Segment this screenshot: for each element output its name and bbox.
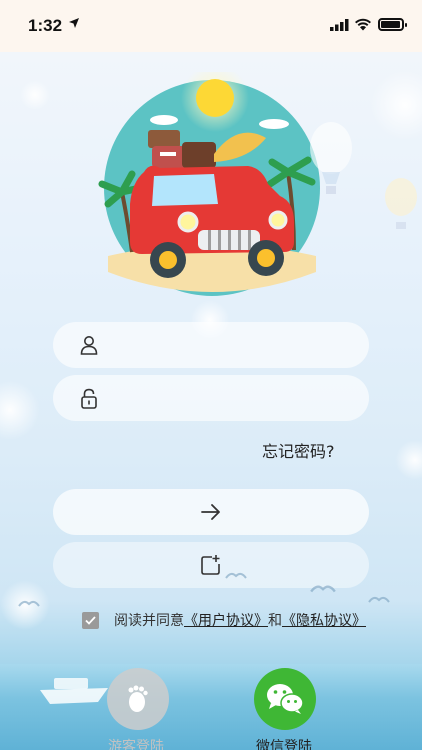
privacy-policy-link[interactable]: 《隐私协议》 (282, 610, 366, 630)
signal-icon (330, 19, 349, 31)
agreement-row: 阅读并同意 《用户协议》 和 《隐私协议》 (82, 610, 366, 630)
battery-icon (378, 18, 407, 31)
seagull-icon (310, 585, 336, 593)
hot-air-balloon-icon (385, 178, 417, 229)
boat-icon (40, 678, 108, 704)
wechat-login-label: 微信登陆 (256, 739, 312, 750)
user-agreement-link[interactable]: 《用户协议》 (184, 610, 268, 630)
username-input[interactable] (111, 322, 351, 368)
password-field[interactable] (53, 375, 369, 421)
agreement-checkbox[interactable] (82, 611, 99, 629)
agreement-prefix: 阅读并同意 (114, 613, 184, 629)
footprint-icon (128, 685, 148, 712)
wechat-icon (267, 684, 304, 714)
guest-login-button[interactable] (107, 668, 169, 730)
agreement-conjunction: 和 (268, 613, 282, 629)
bokeh-light (0, 380, 40, 440)
travel-car-logo (98, 72, 320, 296)
seagull-icon (18, 600, 40, 607)
lock-icon (81, 388, 97, 409)
bokeh-light (370, 70, 422, 140)
hot-air-balloon-icon (310, 122, 352, 194)
seagull-icon (368, 596, 390, 603)
check-icon (85, 615, 96, 625)
forgot-password-link[interactable]: 忘记密码? (262, 438, 335, 462)
wifi-icon (355, 18, 371, 31)
seagull-icon (225, 572, 247, 579)
status-time: 1:32 (28, 16, 63, 35)
bokeh-light (395, 440, 422, 480)
arrow-right-icon (201, 504, 220, 520)
guest-login-label: 游客登陆 (108, 739, 164, 750)
username-field[interactable] (53, 322, 369, 368)
user-icon (80, 336, 98, 355)
add-document-icon (201, 555, 220, 575)
status-bar: 1:32 (0, 0, 422, 52)
password-input[interactable] (111, 375, 351, 421)
location-arrow-icon (69, 18, 79, 28)
wechat-login-button[interactable] (254, 668, 316, 730)
bokeh-light (20, 80, 50, 110)
login-button[interactable] (53, 489, 369, 535)
